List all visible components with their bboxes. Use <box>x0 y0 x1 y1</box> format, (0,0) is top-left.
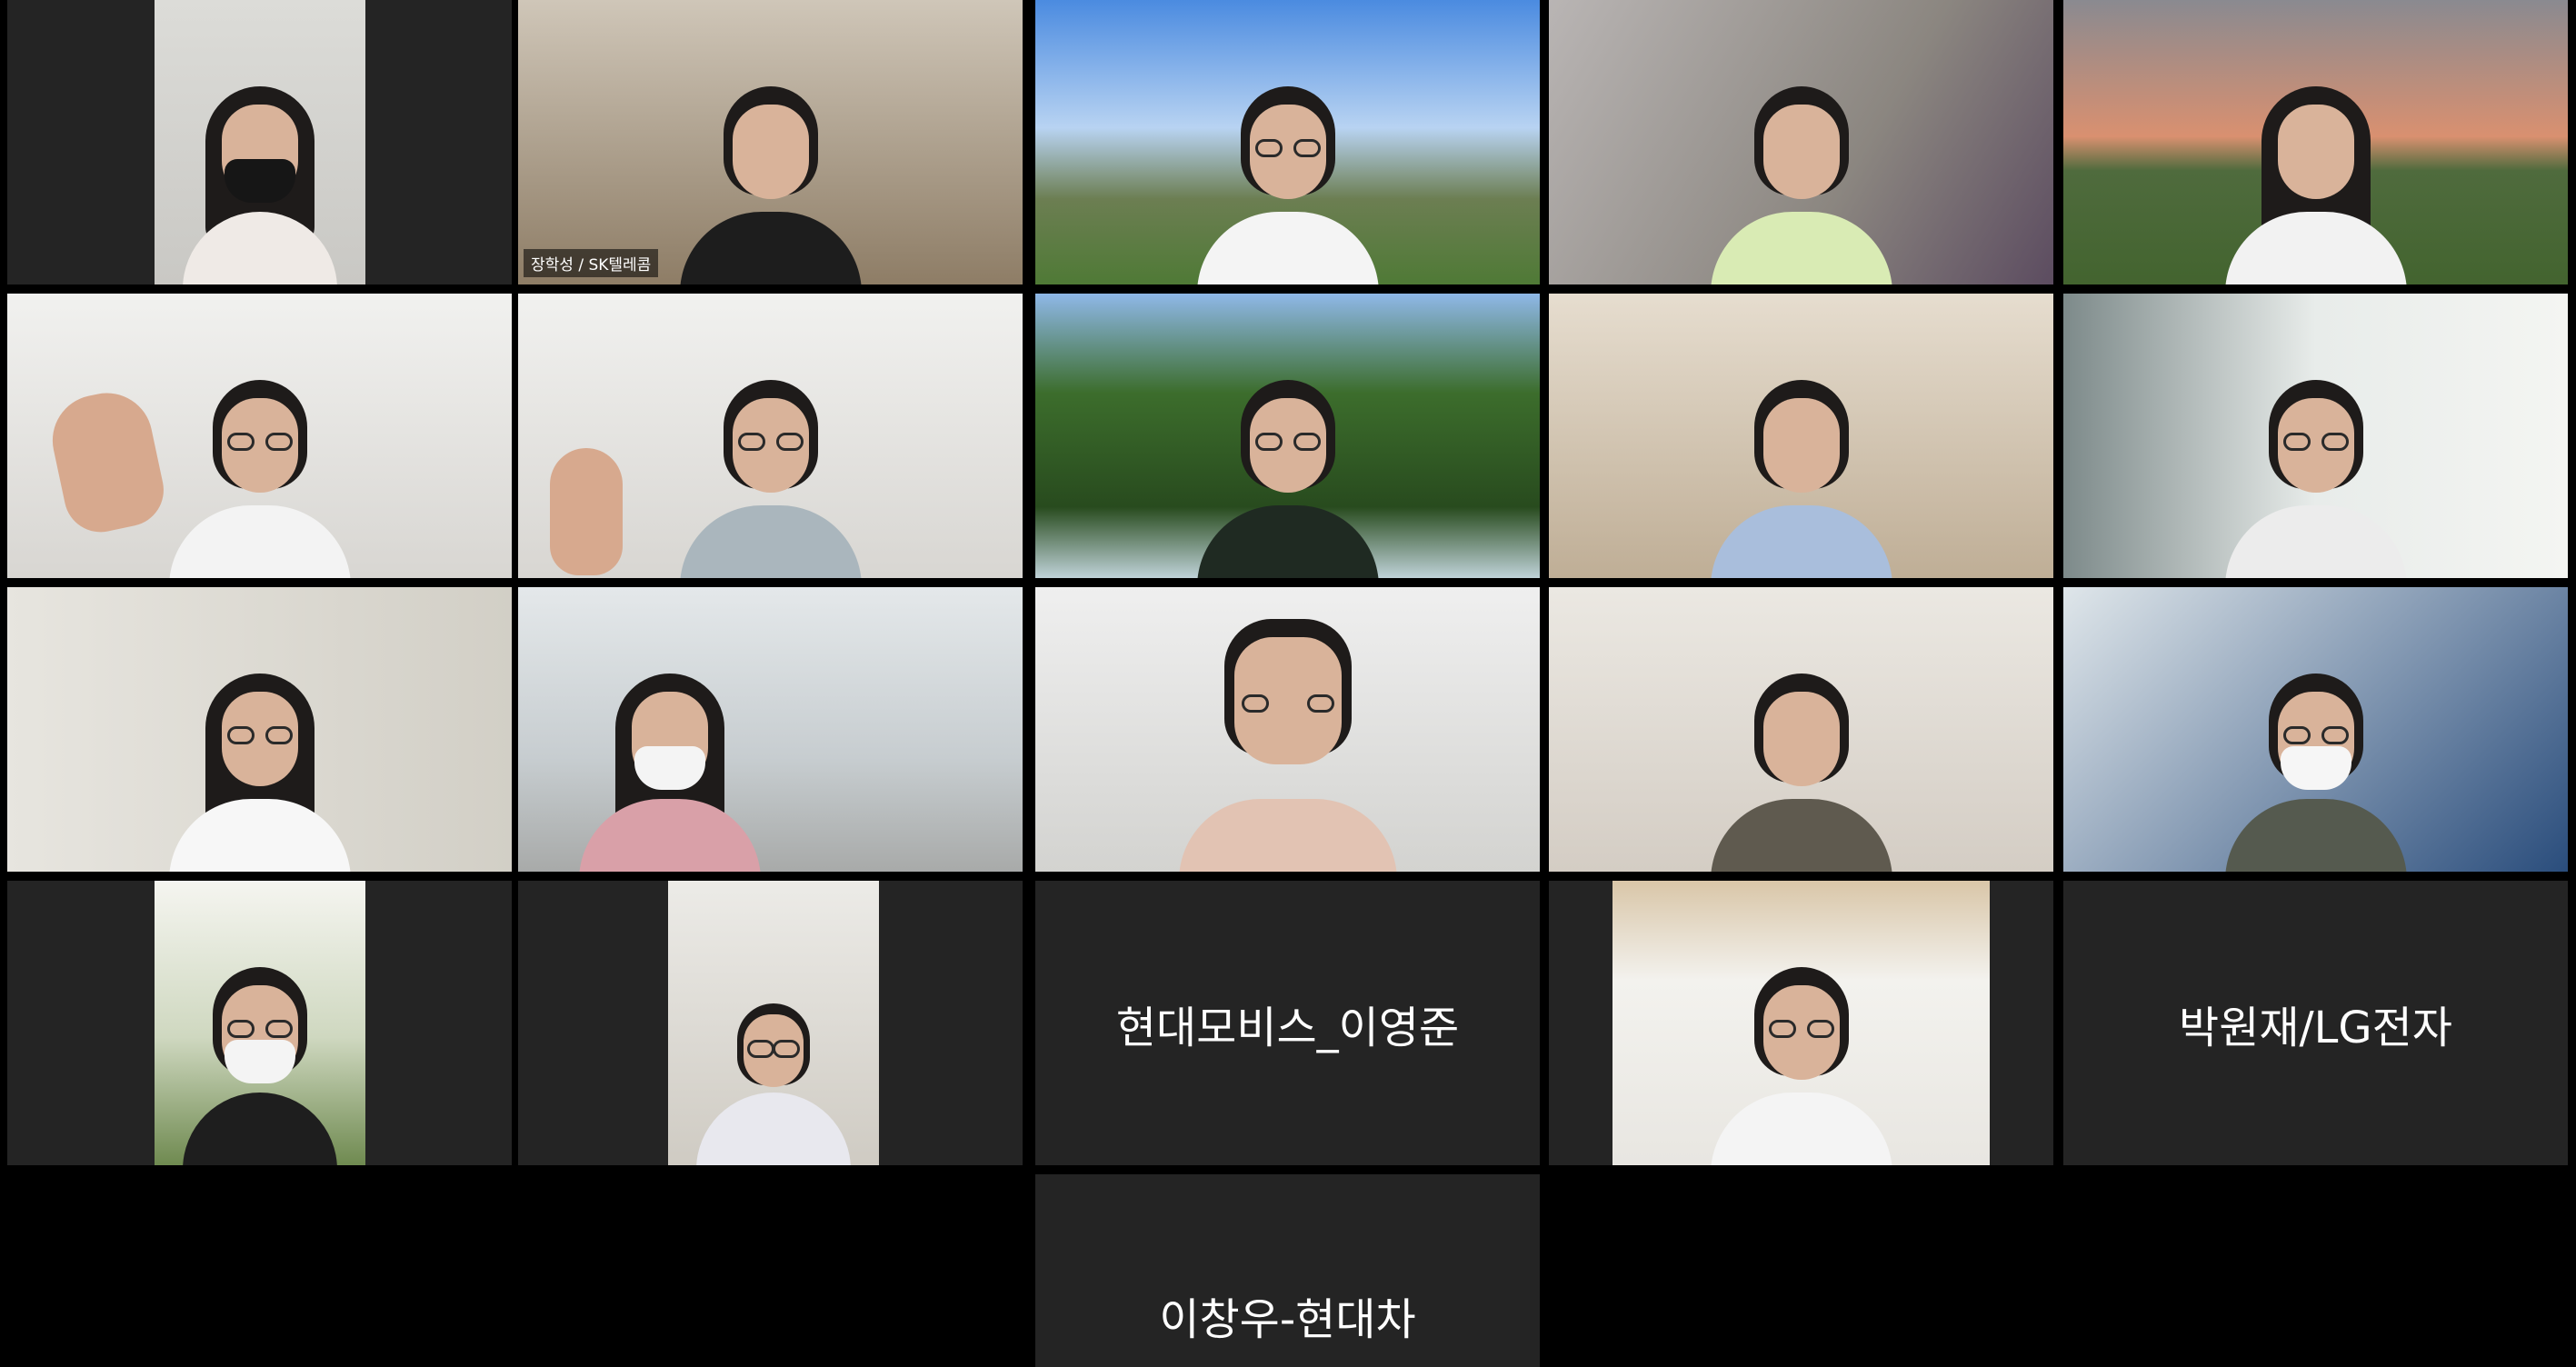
face-mask <box>225 1040 295 1083</box>
waving-hand <box>44 384 171 539</box>
participant-figure <box>2224 663 2407 872</box>
glasses <box>734 433 807 451</box>
participant-video <box>1549 587 2053 872</box>
participant-video <box>518 587 1023 872</box>
participant-tile[interactable] <box>518 587 1023 872</box>
participant-tile[interactable] <box>7 294 512 578</box>
peace-sign-hand <box>550 448 623 575</box>
participant-figure <box>2224 369 2407 578</box>
participant-tile[interactable] <box>518 881 1023 1165</box>
participant-figure <box>1710 663 1892 872</box>
participant-figure <box>1178 608 1397 872</box>
glasses <box>1252 433 1324 451</box>
participant-tile[interactable] <box>1549 587 2053 872</box>
participant-figure <box>168 663 351 872</box>
participant-video <box>518 294 1023 578</box>
participant-tile[interactable] <box>1035 587 1540 872</box>
participant-figure <box>1710 75 1892 284</box>
participant-tile[interactable] <box>1549 0 2053 284</box>
participant-figure <box>696 993 851 1165</box>
participant-tile-video-off[interactable]: 이창우-현대차 <box>1035 1174 1540 1367</box>
participant-tile-video-off[interactable]: 현대모비스_이영준 <box>1035 881 1540 1165</box>
glasses <box>2280 726 2352 744</box>
participant-video <box>155 881 365 1165</box>
participant-display-name: 현대모비스_이영준 <box>1115 1002 1460 1053</box>
participant-figure <box>578 663 761 872</box>
participant-video <box>155 0 365 284</box>
participant-tile-active-speaker[interactable]: 장학성 / SK텔레콤 <box>518 0 1023 284</box>
participant-figure <box>2224 75 2407 284</box>
participant-figure <box>1196 369 1379 578</box>
participant-figure <box>679 369 862 578</box>
participant-display-name: 이창우-현대차 <box>1159 1294 1416 1345</box>
glasses <box>224 433 296 451</box>
participant-display-name: 박원재/LG전자 <box>2179 1002 2452 1053</box>
participant-tile[interactable] <box>2063 294 2568 578</box>
participant-video <box>7 587 512 872</box>
glasses <box>2280 433 2352 451</box>
participant-figure <box>183 956 337 1165</box>
glasses <box>224 726 296 744</box>
participant-video <box>518 0 1023 284</box>
participant-tile[interactable] <box>7 0 512 284</box>
participant-tile[interactable] <box>2063 587 2568 872</box>
face-mask <box>634 746 705 790</box>
participant-video <box>668 881 879 1165</box>
participant-figure <box>1710 956 1892 1165</box>
participant-video <box>1549 294 2053 578</box>
participant-video <box>1612 881 1990 1165</box>
participant-tile[interactable] <box>7 881 512 1165</box>
face-mask <box>225 159 295 203</box>
glasses <box>1765 1020 1838 1038</box>
participant-name-label: 장학성 / SK텔레콤 <box>524 249 659 277</box>
participant-tile[interactable] <box>7 587 512 872</box>
video-gallery: 장학성 / SK텔레콤 현대모비스_이영준 박원재/LG전자 이창우-현대차 <box>0 0 2576 1367</box>
participant-video <box>1035 294 1540 578</box>
participant-tile[interactable] <box>2063 0 2568 284</box>
participant-figure <box>168 369 351 578</box>
glasses <box>744 1040 804 1058</box>
participant-figure <box>679 75 862 284</box>
participant-tile[interactable] <box>1549 881 2053 1165</box>
participant-tile[interactable] <box>1035 0 1540 284</box>
participant-figure <box>1710 369 1892 578</box>
participant-tile[interactable] <box>1549 294 2053 578</box>
participant-video <box>1035 0 1540 284</box>
participant-figure <box>1196 75 1379 284</box>
participant-video <box>2063 587 2568 872</box>
face-mask <box>2280 746 2351 790</box>
participant-video <box>7 294 512 578</box>
participant-tile-video-off[interactable]: 박원재/LG전자 <box>2063 881 2568 1165</box>
glasses <box>224 1020 296 1038</box>
participant-video <box>2063 0 2568 284</box>
participant-figure <box>183 75 337 284</box>
participant-video <box>1035 587 1540 872</box>
participant-video <box>1549 0 2053 284</box>
participant-tile[interactable] <box>518 294 1023 578</box>
glasses <box>1252 139 1324 157</box>
participant-tile[interactable] <box>1035 294 1540 578</box>
glasses <box>1238 694 1338 713</box>
participant-video <box>2063 294 2568 578</box>
